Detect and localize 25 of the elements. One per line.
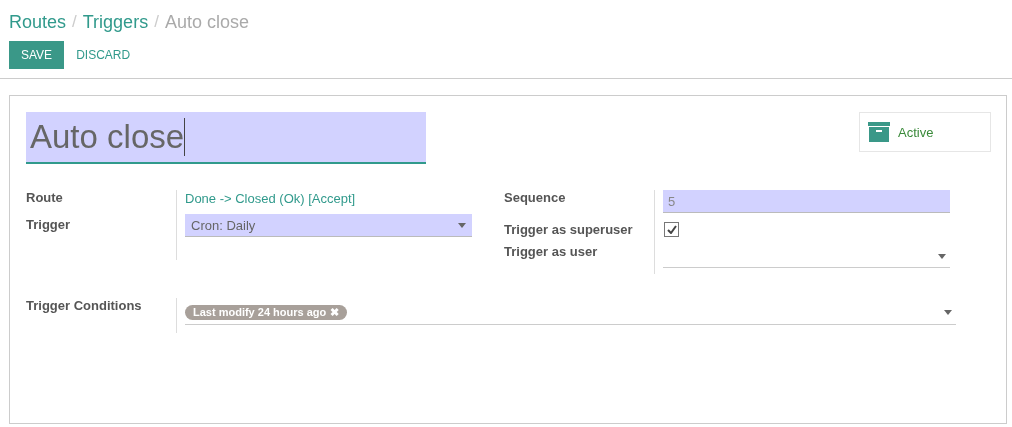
field-label: Trigger (26, 217, 72, 234)
active-button[interactable]: Active (859, 112, 991, 152)
breadcrumb: Auto close (164, 11, 249, 33)
breadcrumb-separator: / (72, 12, 77, 32)
breadcrumb-separator: / (154, 12, 159, 32)
save-button[interactable]: SAVE (9, 41, 65, 69)
superuser-checkbox[interactable] (664, 222, 679, 237)
trigger-select[interactable]: Cron: Daily (185, 214, 472, 237)
condition-tag[interactable]: Last modify 24 hours ago ✖ (185, 304, 348, 320)
archive-icon (868, 122, 890, 142)
field-label: Sequence (504, 190, 567, 207)
caret-icon (938, 253, 946, 259)
caret-icon (458, 222, 466, 228)
field-label: Trigger as superuser (504, 222, 634, 239)
field-label: Route (26, 190, 64, 207)
caret-icon (944, 309, 952, 315)
title-field[interactable]: Auto close (26, 112, 426, 164)
conditions-field[interactable]: Last modify 24 hours ago ✖ (185, 300, 956, 325)
sequence-field[interactable]: 5 (663, 190, 950, 213)
discard-button[interactable]: DISCARD (64, 41, 143, 69)
field-label: Trigger Conditions (26, 298, 143, 315)
breadcrumb[interactable]: Triggers (82, 11, 149, 33)
breadcrumb[interactable]: Routes (9, 11, 67, 33)
route-link[interactable]: Done -> Closed (Ok) [Accept] (185, 190, 472, 212)
field-label: Trigger as user (504, 244, 599, 261)
